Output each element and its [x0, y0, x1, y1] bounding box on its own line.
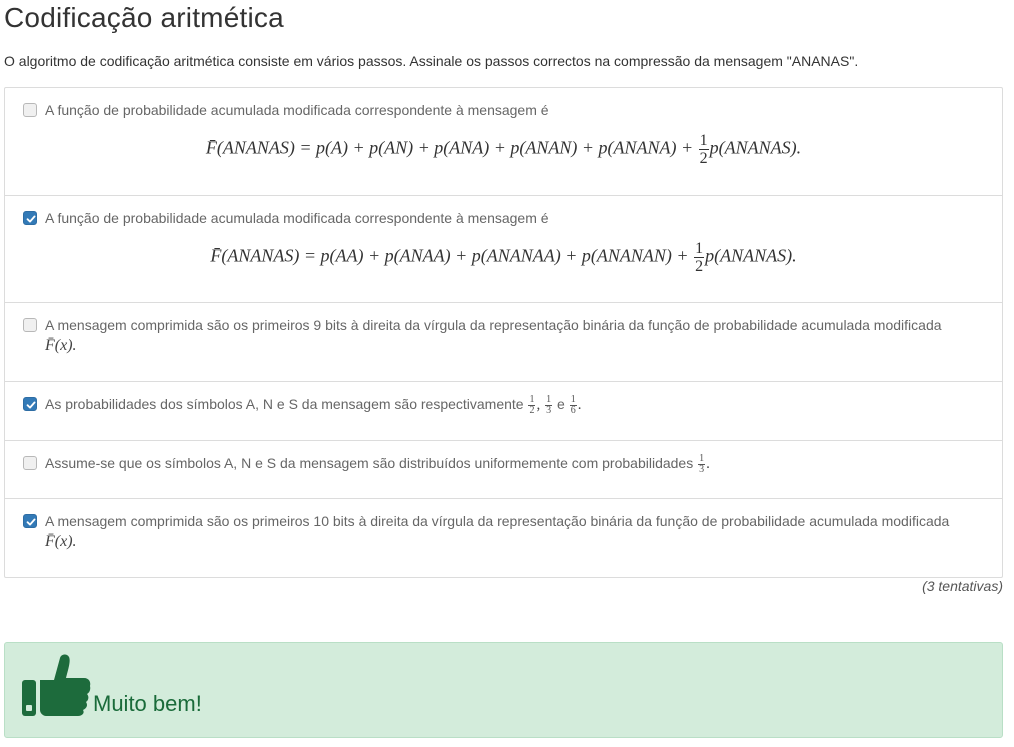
fraction-one-sixth: 1 6 — [569, 394, 577, 416]
fraction-half: 1 2 — [694, 240, 705, 275]
option-2[interactable]: A função de probabilidade acumulada modi… — [5, 195, 1002, 302]
separator-comma: , — [536, 397, 541, 413]
fraction-denominator: 2 — [695, 258, 704, 275]
question-intro: O algoritmo de codificação aritmética co… — [4, 53, 859, 69]
checkmark-icon — [26, 518, 36, 526]
page-title: Codificação aritmética — [4, 2, 284, 33]
option-3-text: A mensagem comprimida são os primeiros 9… — [45, 317, 942, 333]
formula-2-lhs: F̄(ANANAS) = p(AA) + p(ANAA) + p(ANANAA)… — [210, 245, 689, 266]
option-6-math: F̄(x). — [45, 531, 990, 552]
quiz-page: Codificação aritmética O algoritmo de co… — [0, 0, 1014, 747]
checkbox-checked[interactable] — [23, 211, 37, 225]
formula-1-tail: p(ANANAS). — [709, 137, 802, 158]
option-4-text: As probabilidades dos símbolos A, N e S … — [45, 396, 524, 412]
checkbox-checked[interactable] — [23, 514, 37, 528]
option-5[interactable]: Assume-se que os símbolos A, N e S da me… — [5, 440, 1002, 498]
checkbox-unchecked[interactable] — [23, 318, 37, 332]
checkmark-icon — [26, 215, 36, 223]
option-4[interactable]: As probabilidades dos símbolos A, N e S … — [5, 381, 1002, 440]
option-1-text: A função de probabilidade acumulada modi… — [45, 102, 549, 118]
checkbox-unchecked[interactable] — [23, 103, 37, 117]
option-2-text: A função de probabilidade acumulada modi… — [45, 210, 549, 226]
thumbs-up-icon — [22, 654, 91, 716]
checkmark-icon — [26, 401, 36, 409]
formula-1-lhs: F̄(ANANAS) = p(A) + p(AN) + p(ANA) + p(A… — [205, 137, 694, 158]
option-2-formula: F̄(ANANAS) = p(AA) + p(ANAA) + p(ANANAA)… — [5, 240, 1002, 275]
feedback-alert: Muito bem! — [4, 642, 1003, 738]
separator-e: e — [557, 396, 565, 412]
checkbox-unchecked[interactable] — [23, 456, 37, 470]
attempts-count: (3 tentativas) — [922, 578, 1003, 594]
fraction-denominator: 3 — [699, 463, 705, 475]
option-6[interactable]: A mensagem comprimida são os primeiros 1… — [5, 498, 1002, 577]
sentence-period: . — [706, 456, 710, 472]
options-list: A função de probabilidade acumulada modi… — [4, 87, 1003, 578]
formula-2-tail: p(ANANAS). — [705, 245, 797, 266]
option-4-line: As probabilidades dos símbolos A, N e S … — [45, 394, 990, 416]
fraction-denominator: 2 — [699, 150, 708, 167]
fraction-numerator: 1 — [698, 132, 709, 150]
option-1[interactable]: A função de probabilidade acumulada modi… — [5, 88, 1002, 195]
fraction-denominator: 3 — [546, 404, 552, 416]
fraction-one-third: 1 3 — [545, 394, 553, 416]
option-3[interactable]: A mensagem comprimida são os primeiros 9… — [5, 302, 1002, 381]
feedback-message: Muito bem! — [93, 691, 202, 716]
fraction-denominator: 2 — [529, 404, 535, 416]
checkbox-checked[interactable] — [23, 397, 37, 411]
fraction-half: 1 2 — [698, 132, 709, 167]
sentence-period: . — [577, 397, 582, 413]
math-fbar-x: F̄(x). — [45, 533, 77, 550]
option-6-text: A mensagem comprimida são os primeiros 1… — [45, 513, 950, 529]
fraction-one-half: 1 2 — [528, 394, 536, 416]
math-fbar-x: F̄(x). — [45, 337, 77, 354]
option-3-math: F̄(x). — [45, 335, 990, 356]
fraction-denominator: 6 — [570, 404, 576, 416]
option-5-line: Assume-se que os símbolos A, N e S da me… — [45, 453, 990, 475]
option-5-text: Assume-se que os símbolos A, N e S da me… — [45, 455, 694, 471]
fraction-one-third: 1 3 — [698, 453, 706, 475]
option-1-formula: F̄(ANANAS) = p(A) + p(AN) + p(ANA) + p(A… — [5, 132, 1002, 167]
fraction-numerator: 1 — [694, 240, 705, 258]
